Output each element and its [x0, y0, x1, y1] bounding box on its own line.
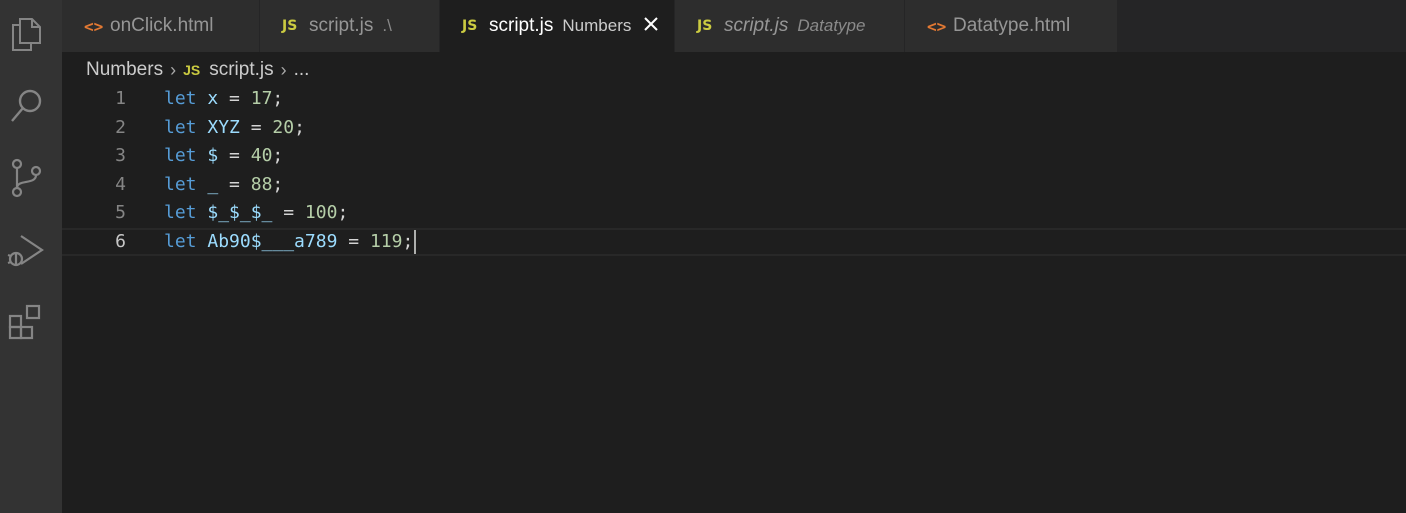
line-number: 4: [115, 174, 126, 195]
code-text: let $ = 40;: [164, 145, 284, 166]
code-line: 2 let XYZ = 20;: [62, 114, 1406, 142]
code-line: 3 let $ = 40;: [62, 142, 1406, 170]
chevron-right-icon: ›: [280, 59, 287, 80]
tab-onclick-html[interactable]: <> onClick.html: [62, 0, 259, 52]
line-number: 5: [115, 202, 126, 223]
tab-description: .\: [382, 16, 392, 35]
tab-label: onClick.html: [110, 15, 214, 36]
tab-script-js-numbers[interactable]: JS script.js Numbers: [440, 0, 674, 52]
code-line: 4 let _ = 88;: [62, 171, 1406, 199]
code-text: let _ = 88;: [164, 174, 284, 195]
js-file-icon: JS: [697, 18, 713, 34]
tab-label: script.js: [489, 15, 554, 36]
breadcrumb-file[interactable]: script.js: [209, 59, 273, 81]
code-line: 1 let x = 17;: [62, 85, 1406, 113]
line-number: 2: [115, 117, 126, 138]
line-number: 1: [115, 88, 126, 109]
tab-script-js-root[interactable]: JS script.js .\: [260, 0, 439, 52]
js-file-icon: JS: [183, 62, 201, 78]
tab-description: Numbers: [562, 16, 632, 35]
files-icon[interactable]: [0, 10, 52, 58]
tab-bar: <> onClick.html JS script.js .\ JS scrip…: [62, 0, 1406, 52]
chevron-right-icon: ›: [170, 59, 177, 80]
run-debug-icon[interactable]: [0, 226, 52, 274]
code-text: let Ab90$___a789 = 119;: [164, 230, 417, 254]
tab-label: script.js: [724, 15, 789, 36]
breadcrumb-folder[interactable]: Numbers: [86, 59, 163, 81]
line-number: 6: [115, 231, 126, 252]
text-cursor: [414, 230, 417, 254]
html-file-icon: <>: [84, 16, 104, 36]
tab-label: script.js: [309, 15, 374, 36]
activity-bar: [0, 0, 62, 513]
tab-script-js-datatype[interactable]: JS script.js Datatype: [675, 0, 904, 52]
js-file-icon: JS: [462, 18, 478, 34]
code-line-current: 6 let Ab90$___a789 = 119;: [62, 228, 1406, 256]
code-text: let XYZ = 20;: [164, 117, 305, 138]
search-icon[interactable]: [0, 82, 52, 130]
js-file-icon: JS: [282, 18, 298, 34]
code-text: let $_$_$_ = 100;: [164, 202, 349, 223]
code-editor[interactable]: 1 let x = 17; 2 let XYZ = 20; 3 let $ = …: [62, 85, 1406, 513]
line-number: 3: [115, 145, 126, 166]
tab-datatype-html[interactable]: <> Datatype.html: [905, 0, 1117, 52]
breadcrumb: Numbers › JS script.js › ...: [86, 57, 309, 83]
code-line: 5 let $_$_$_ = 100;: [62, 199, 1406, 227]
tab-label: Datatype.html: [953, 15, 1071, 36]
close-icon[interactable]: [640, 13, 662, 35]
source-control-icon[interactable]: [0, 154, 52, 202]
html-file-icon: <>: [927, 16, 947, 36]
code-text: let x = 17;: [164, 88, 284, 109]
extensions-icon[interactable]: [0, 298, 52, 346]
tab-description: Datatype: [797, 16, 866, 35]
breadcrumb-ellipsis[interactable]: ...: [294, 59, 310, 81]
